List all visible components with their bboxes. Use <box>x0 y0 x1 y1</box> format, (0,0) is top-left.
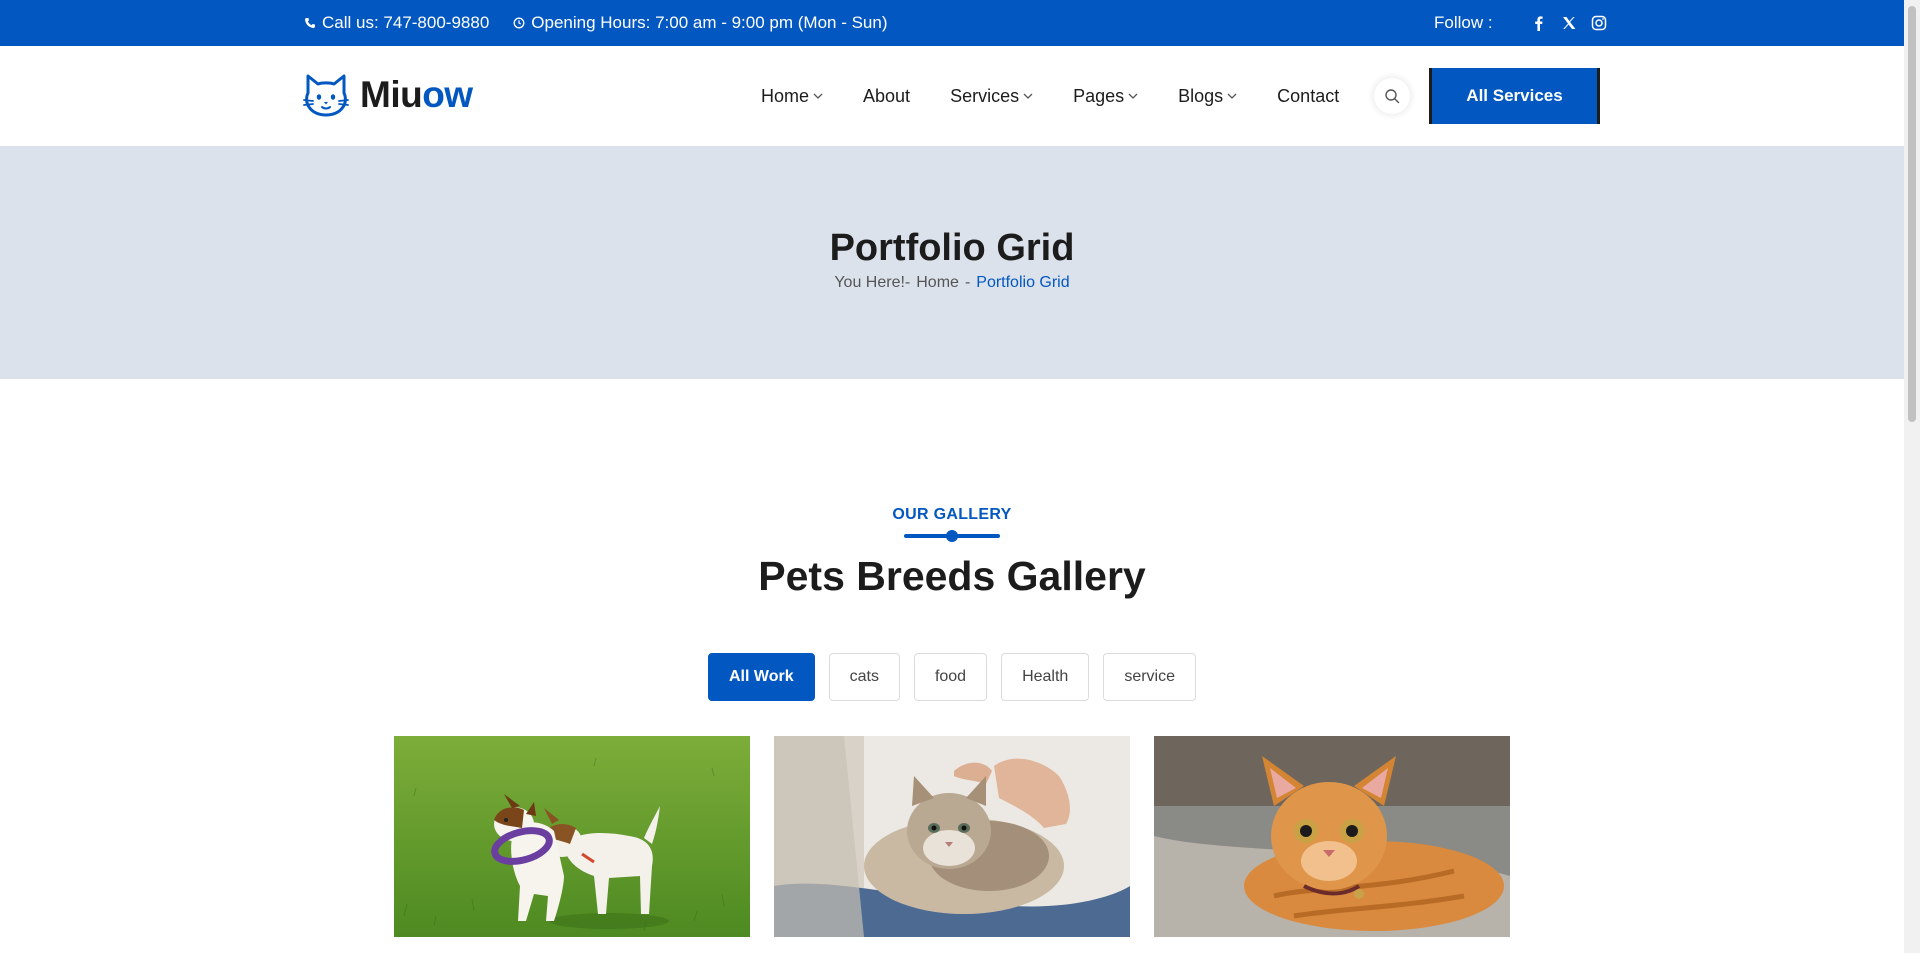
logo[interactable]: Miuow <box>302 70 473 120</box>
cat-logo-icon <box>303 74 349 117</box>
nav-contact-label: Contact <box>1277 85 1340 106</box>
dogs-playing-image <box>394 736 750 937</box>
social-links <box>1531 15 1607 31</box>
nav-blogs-label: Blogs <box>1178 85 1224 106</box>
filter-food[interactable]: food <box>913 653 988 701</box>
search-icon <box>1385 89 1400 104</box>
page-banner: Portfolio Grid You Here!- Home - Portfol… <box>0 146 1904 379</box>
hours-text: Opening Hours: 7:00 am - 9:00 pm (Mon - … <box>531 13 888 32</box>
gallery-grid <box>394 736 1510 937</box>
breadcrumb-prefix: You Here!- <box>834 274 911 291</box>
chevron-down-icon <box>1128 93 1138 99</box>
logo-text-suffix: ow <box>422 74 473 115</box>
logo-text-prefix: Miu <box>360 74 423 115</box>
fluffy-cat-image <box>774 736 1130 937</box>
breadcrumb-home-link[interactable]: Home <box>916 274 959 292</box>
nav-pages-label: Pages <box>1073 85 1125 106</box>
nav-services[interactable]: Services <box>950 86 1033 107</box>
x-icon[interactable] <box>1561 15 1577 31</box>
phone-icon <box>305 18 315 28</box>
chevron-down-icon <box>813 93 823 99</box>
logo-text: Miuow <box>360 74 473 116</box>
page-scrollbar[interactable] <box>1904 0 1920 953</box>
nav-blogs[interactable]: Blogs <box>1178 86 1237 107</box>
divider-dot <box>946 530 958 542</box>
follow-label: Follow : <box>1434 13 1493 32</box>
nav-home-label: Home <box>761 85 810 106</box>
filter-health[interactable]: Health <box>1001 653 1090 701</box>
phone-info[interactable]: Call us: 747-800-9880 <box>304 13 489 33</box>
main-nav: Home About Services Pages Blogs Contact <box>761 46 1379 146</box>
gallery-item-ginger-kitten[interactable] <box>1154 736 1510 937</box>
contact-info: Call us: 747-800-9880 Opening Hours: 7:0… <box>304 0 888 46</box>
scrollbar-thumb[interactable] <box>1908 6 1916 422</box>
search-button[interactable] <box>1374 78 1410 114</box>
nav-about-label: About <box>863 85 911 106</box>
ginger-kitten-image <box>1154 736 1510 937</box>
breadcrumb: You Here!- Home - Portfolio Grid <box>0 274 1904 292</box>
chevron-down-icon <box>1227 93 1237 99</box>
filter-all-work[interactable]: All Work <box>707 653 815 701</box>
nav-home[interactable]: Home <box>761 86 823 107</box>
filter-cats[interactable]: cats <box>828 653 900 701</box>
nav-about[interactable]: About <box>863 86 910 107</box>
phone-text: Call us: 747-800-9880 <box>322 13 490 32</box>
clock-icon <box>513 17 525 29</box>
section-divider <box>904 530 1000 542</box>
hours-info: Opening Hours: 7:00 am - 9:00 pm (Mon - … <box>513 13 888 33</box>
nav-pages[interactable]: Pages <box>1073 86 1138 107</box>
gallery-filters: All Work cats food Health service <box>0 653 1904 701</box>
instagram-icon[interactable] <box>1591 15 1607 31</box>
facebook-icon[interactable] <box>1531 15 1547 31</box>
section-subtitle: OUR GALLERY <box>892 506 1012 523</box>
nav-contact[interactable]: Contact <box>1277 86 1339 107</box>
page-title: Portfolio Grid <box>829 227 1075 269</box>
main-header: Miuow Home About Services Pages Blogs Co… <box>0 46 1904 146</box>
breadcrumb-separator: - <box>964 274 971 291</box>
chevron-down-icon <box>1023 93 1033 99</box>
top-bar: Call us: 747-800-9880 Opening Hours: 7:0… <box>0 0 1904 46</box>
breadcrumb-current: Portfolio Grid <box>976 274 1070 291</box>
gallery-item-dogs[interactable] <box>394 736 750 937</box>
nav-services-label: Services <box>950 85 1020 106</box>
social-area: Follow : <box>1434 0 1607 46</box>
filter-service[interactable]: service <box>1103 653 1197 701</box>
all-services-button[interactable]: All Services <box>1429 68 1600 124</box>
gallery-item-fluffy-cat[interactable] <box>774 736 1130 937</box>
section-heading: Pets Breeds Gallery <box>758 553 1146 599</box>
